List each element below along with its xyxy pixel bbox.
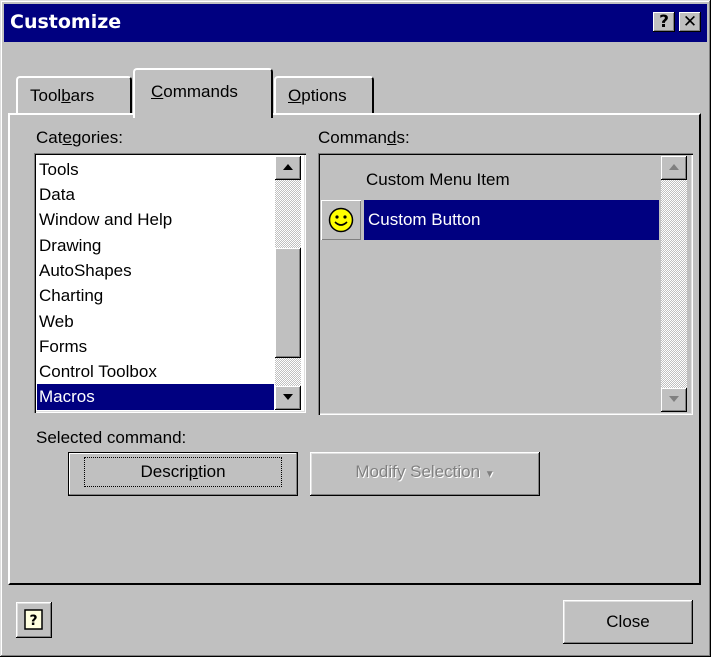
modify-selection-button[interactable]: Modify Selection ▼ [310,452,540,496]
scroll-up-button[interactable] [661,156,687,180]
window-title: Customize [10,11,122,33]
list-item-selected[interactable]: Custom Button [364,200,659,240]
list-item[interactable]: AutoShapes [37,258,274,284]
arrow-up-icon [669,164,679,170]
arrow-up-icon [283,164,293,170]
tab-commands[interactable]: Commands [133,68,273,118]
help-question-icon: ? [24,609,43,630]
tab-toolbars[interactable]: Toolbars [16,76,132,114]
tab-toolbars-label: Toolbars [30,86,95,105]
smiley-icon [328,207,354,233]
selected-command-label: Selected command: [36,428,187,447]
commands-scrollbar[interactable] [661,156,687,412]
title-bar[interactable]: Customize ? ✕ [4,4,707,42]
customize-dialog: Customize ? ✕ Toolbars Commands Options … [0,0,711,657]
list-item[interactable]: Custom Menu Item [366,163,510,197]
list-item[interactable]: Forms [37,334,274,360]
list-item-selected[interactable]: Macros [37,384,274,410]
list-item[interactable]: Web [37,309,274,335]
tab-options[interactable]: Options [274,76,374,114]
categories-label: Categories: [36,128,123,147]
svg-text:?: ? [29,613,37,629]
list-item[interactable]: Tools [37,157,274,183]
list-item[interactable]: Drawing [37,233,274,259]
scroll-down-button[interactable] [661,388,687,412]
dropdown-arrow-icon: ▼ [484,469,495,480]
categories-list[interactable]: Tools Data Window and Help Drawing AutoS… [34,153,306,413]
arrow-down-icon [283,394,293,400]
list-item[interactable]: Window and Help [37,207,274,233]
list-item[interactable]: Control Toolbox [37,359,274,385]
tab-options-label: Options [288,86,347,105]
tab-commands-label: Commands [151,82,238,101]
list-item[interactable]: Data [37,182,274,208]
commands-label: Commands: [318,128,410,147]
categories-scrollbar[interactable] [275,156,301,410]
help-button[interactable]: ? [16,602,52,638]
commands-list[interactable]: Custom Menu Item Custom Button [318,153,693,415]
command-icon-frame [321,200,361,240]
help-title-button[interactable]: ? [653,12,675,32]
scroll-down-button[interactable] [275,386,301,410]
close-title-button[interactable]: ✕ [679,12,701,32]
list-item[interactable]: Charting [37,283,274,309]
close-button[interactable]: Close [563,600,693,644]
scroll-thumb[interactable] [275,248,301,358]
scroll-up-button[interactable] [275,156,301,180]
description-button[interactable]: Description [68,452,298,496]
arrow-down-icon [669,396,679,402]
